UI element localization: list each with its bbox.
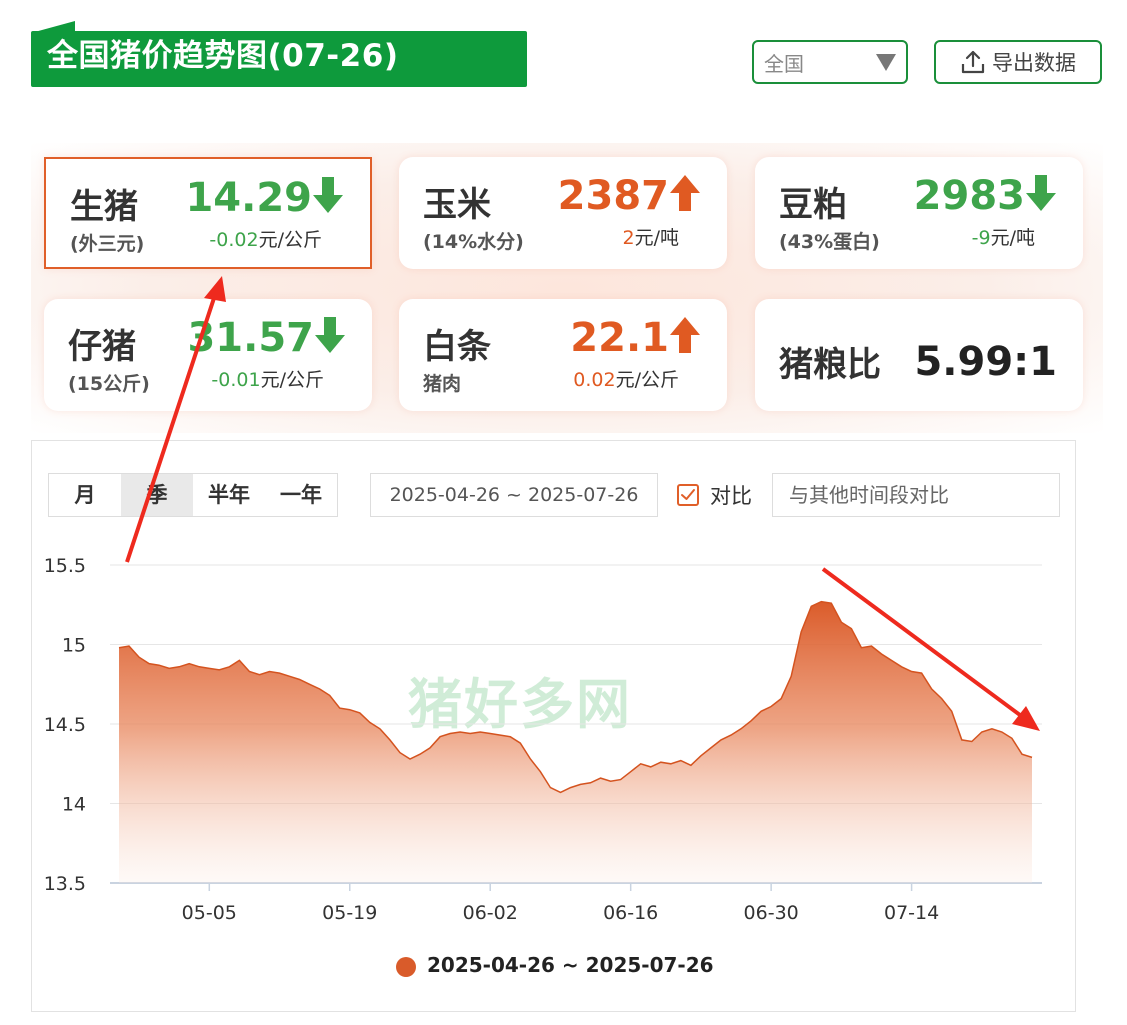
x-tick-label: 05-19 <box>322 902 377 924</box>
y-tick-label: 15.5 <box>44 555 86 577</box>
x-tick-label: 06-16 <box>603 902 658 924</box>
x-tick-label: 05-05 <box>182 902 237 924</box>
y-tick-label: 14.5 <box>44 714 86 736</box>
x-tick-label: 07-14 <box>884 902 939 924</box>
price-trend-chart: 15.5 15 14.5 14 13.5 05-05 05-19 06-02 06-16 06-… <box>44 276 1042 924</box>
y-tick-label: 15 <box>62 635 86 657</box>
x-tick-label: 06-02 <box>463 902 518 924</box>
series-area[interactable] <box>119 601 1032 883</box>
legend-marker[interactable] <box>396 957 416 977</box>
annotation-arrowhead <box>204 276 226 302</box>
y-tick-label: 14 <box>62 794 86 816</box>
annotation-arrow-line <box>125 291 218 563</box>
y-tick-label: 13.5 <box>44 873 86 895</box>
x-tick-label: 06-30 <box>744 902 799 924</box>
legend-label: 2025-04-26 ~ 2025-07-26 <box>427 953 714 977</box>
